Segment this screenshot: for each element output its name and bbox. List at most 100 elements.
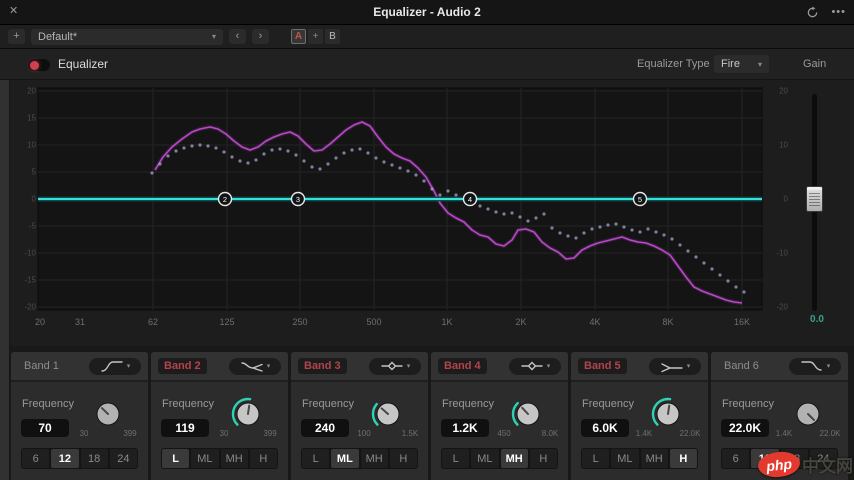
band-3-frequency-knob[interactable] xyxy=(370,396,406,432)
band-3-button-row: L ML MH H xyxy=(301,448,418,469)
band-1-toggle[interactable]: Band 1 xyxy=(18,358,65,374)
reset-icon[interactable] xyxy=(806,6,819,19)
band-3-filter-select[interactable]: ▾ xyxy=(369,357,421,375)
band-2-filter-select[interactable]: ▾ xyxy=(229,357,281,375)
spectrum-plot[interactable]: 2 3 4 5 xyxy=(0,80,854,346)
chevron-down-icon: ▾ xyxy=(546,362,551,370)
spectrum-dot xyxy=(318,167,322,171)
spectrum-dot xyxy=(550,226,554,230)
ab-a-button[interactable]: A xyxy=(291,29,306,44)
spectrum-dot xyxy=(430,187,434,191)
band-4-toggle[interactable]: Band 4 xyxy=(438,358,487,374)
band-3-freq-min: 100 xyxy=(357,429,371,438)
band-3-btn-mh[interactable]: MH xyxy=(360,449,388,468)
band-1-frequency-label: Frequency xyxy=(22,398,74,410)
band-5-btn-l[interactable]: L xyxy=(582,449,610,468)
band-5-toggle[interactable]: Band 5 xyxy=(578,358,627,374)
svg-text:3: 3 xyxy=(296,195,300,204)
band-3-btn-ml[interactable]: ML xyxy=(331,449,359,468)
band-2-btn-ml[interactable]: ML xyxy=(191,449,219,468)
band-handle-2[interactable]: 2 xyxy=(217,191,233,207)
options-menu-icon[interactable]: ••• xyxy=(831,7,846,18)
band-5-frequency-knob[interactable] xyxy=(650,396,686,432)
band-4-btn-l[interactable]: L xyxy=(442,449,470,468)
band-2-btn-mh[interactable]: MH xyxy=(220,449,248,468)
equalizer-power-toggle[interactable] xyxy=(28,59,50,71)
band-2-frequency-value[interactable]: 119 xyxy=(161,419,209,437)
band-1-frequency-value[interactable]: 70 xyxy=(21,419,69,437)
spectrum-dot xyxy=(726,279,730,283)
band-2-btn-h[interactable]: H xyxy=(249,449,277,468)
left-scrollbar[interactable] xyxy=(0,80,10,480)
ab-b-button[interactable]: B xyxy=(325,29,340,44)
spectrum-dot xyxy=(534,216,538,220)
svg-text:4: 4 xyxy=(468,195,472,204)
band-handle-5[interactable]: 5 xyxy=(632,191,648,207)
spectrum-dot xyxy=(382,160,386,164)
spectrum-dot xyxy=(398,166,402,170)
band-2-btn-l[interactable]: L xyxy=(162,449,190,468)
y-tick-left: -15 xyxy=(24,275,36,285)
equalizer-type-select[interactable]: Fire ▾ xyxy=(714,55,769,73)
add-preset-button[interactable]: + xyxy=(8,29,25,44)
preset-select[interactable]: Default* ▾ xyxy=(31,28,223,45)
gain-slider-handle[interactable] xyxy=(806,186,823,212)
next-preset-button[interactable]: › xyxy=(252,29,269,44)
band-6-frequency-knob[interactable] xyxy=(790,396,826,432)
prev-preset-button[interactable]: ‹ xyxy=(229,29,246,44)
spectrum-dot xyxy=(238,159,242,163)
spectrum-dot xyxy=(670,237,674,241)
band-5-freq-max: 22.0K xyxy=(679,429,701,438)
freq-tick: 125 xyxy=(219,317,235,327)
band-1-filter-select[interactable]: ▾ xyxy=(89,357,141,375)
y-tick-left: 0 xyxy=(31,194,36,204)
band-5-btn-ml[interactable]: ML xyxy=(611,449,639,468)
spectrum-dot xyxy=(686,249,690,253)
spectrum-dot xyxy=(646,227,650,231)
spectrum-dot xyxy=(502,212,506,216)
band-5-btn-mh[interactable]: MH xyxy=(640,449,668,468)
band-3-frequency-label: Frequency xyxy=(302,398,354,410)
ab-copy-button[interactable]: + xyxy=(308,29,323,44)
spectrum-dot xyxy=(622,225,626,229)
band-6-frequency-value[interactable]: 22.0K xyxy=(721,419,769,437)
band-4-frequency-value[interactable]: 1.2K xyxy=(441,419,489,437)
band-5-frequency-value[interactable]: 6.0K xyxy=(581,419,629,437)
band-4-btn-ml[interactable]: ML xyxy=(471,449,499,468)
band-1-btn-6[interactable]: 6 xyxy=(22,449,50,468)
band-1-btn-12[interactable]: 12 xyxy=(51,449,79,468)
band-handle-4[interactable]: 4 xyxy=(462,191,478,207)
spectrum-dot xyxy=(350,148,354,152)
band-2-button-row: L ML MH H xyxy=(161,448,278,469)
chevron-down-icon: ▾ xyxy=(211,32,216,41)
window-title: Equalizer - Audio 2 xyxy=(373,5,481,19)
band-2-frequency-knob[interactable] xyxy=(230,396,266,432)
band-6-filter-select[interactable]: ▾ xyxy=(789,357,841,375)
spectrum-dot xyxy=(486,207,490,211)
band-3-toggle[interactable]: Band 3 xyxy=(298,358,347,374)
band-1-btn-24[interactable]: 24 xyxy=(109,449,137,468)
band-3-frequency-value[interactable]: 240 xyxy=(301,419,349,437)
band-handle-3[interactable]: 3 xyxy=(290,191,306,207)
spectrum-dot xyxy=(710,267,714,271)
spectrum-dot xyxy=(630,228,634,232)
band-4-frequency-knob[interactable] xyxy=(510,396,546,432)
band-5-filter-select[interactable]: ▾ xyxy=(649,357,701,375)
band-panels: Band 1 ▾ Frequency 70 30 399 6 12 18 24 Band 2 ▾ Fre… xyxy=(11,352,848,480)
band-3-btn-l[interactable]: L xyxy=(302,449,330,468)
band-6-toggle[interactable]: Band 6 xyxy=(718,358,765,374)
band-2-toggle[interactable]: Band 2 xyxy=(158,358,207,374)
band-5-btn-h[interactable]: H xyxy=(669,449,697,468)
band-1-frequency-knob[interactable] xyxy=(90,396,126,432)
band-4-filter-select[interactable]: ▾ xyxy=(509,357,561,375)
freq-tick: 250 xyxy=(292,317,308,327)
spectrum-dot xyxy=(326,162,330,166)
spectrum-dot xyxy=(742,290,746,294)
band-4-btn-mh[interactable]: MH xyxy=(500,449,528,468)
band-3-btn-h[interactable]: H xyxy=(389,449,417,468)
band-6-btn-6[interactable]: 6 xyxy=(722,449,750,468)
spectrum-dot xyxy=(438,193,442,197)
band-4-freq-min: 450 xyxy=(497,429,511,438)
band-1-btn-18[interactable]: 18 xyxy=(80,449,108,468)
band-4-btn-h[interactable]: H xyxy=(529,449,557,468)
